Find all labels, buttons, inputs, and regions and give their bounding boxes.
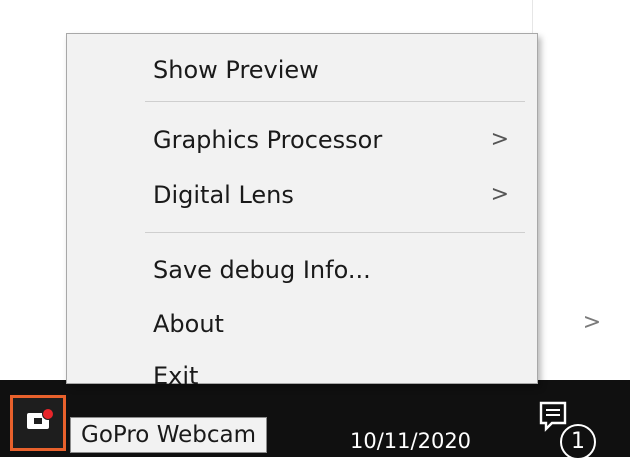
gopro-webcam-tray-icon[interactable] (10, 395, 66, 451)
menu-item-label: About (153, 310, 224, 338)
menu-item-label: Show Preview (153, 56, 319, 84)
menu-separator (145, 232, 525, 233)
clock-date[interactable]: 10/11/2020 (350, 426, 510, 456)
menu-item-label: Digital Lens (153, 181, 294, 209)
chevron-right-icon: > (490, 127, 509, 152)
menu-item-label: Save debug Info... (153, 256, 371, 284)
menu-item-label: Exit (153, 362, 199, 384)
camera-lens (34, 418, 42, 424)
menu-separator (145, 101, 525, 102)
menu-item-digital-lens[interactable]: Digital Lens > (67, 174, 537, 216)
chevron-right-icon: > (490, 182, 509, 207)
menu-item-show-preview[interactable]: Show Preview (67, 49, 537, 91)
chevron-right-icon[interactable]: > (582, 308, 602, 338)
menu-item-exit[interactable]: Exit (67, 358, 537, 384)
menu-item-save-debug-info[interactable]: Save debug Info... (67, 249, 537, 291)
menu-item-label: Graphics Processor (153, 126, 383, 154)
menu-item-graphics-processor[interactable]: Graphics Processor > (67, 119, 537, 161)
action-center-icon[interactable] (538, 400, 568, 434)
tray-tooltip: GoPro Webcam (70, 417, 267, 453)
menu-item-about[interactable]: About (67, 303, 537, 345)
context-menu: Show Preview Graphics Processor > Digita… (66, 33, 538, 384)
recording-dot-icon (42, 408, 54, 420)
notification-count-badge: 1 (560, 424, 596, 460)
